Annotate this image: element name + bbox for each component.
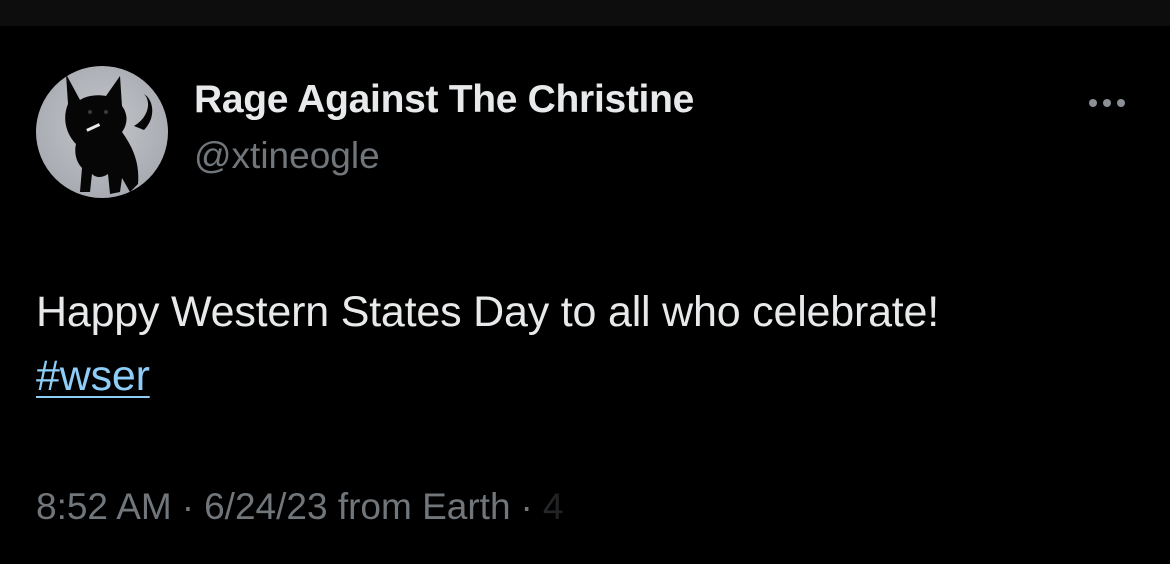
- tweet-text: Happy Western States Day to all who cele…: [36, 280, 1146, 408]
- timestamp-time[interactable]: 8:52 AM: [36, 486, 172, 528]
- more-horizontal-icon: [1089, 99, 1097, 107]
- meta-separator: ·: [181, 486, 195, 527]
- handle[interactable]: @xtineogle: [194, 135, 380, 177]
- more-options-button[interactable]: [1082, 86, 1132, 120]
- black-cat-icon: [65, 74, 153, 194]
- more-horizontal-icon-dot: [1103, 99, 1111, 107]
- hashtag-link[interactable]: #wser: [36, 352, 150, 400]
- display-name[interactable]: Rage Against The Christine: [194, 78, 694, 122]
- tweet-source: from Earth: [337, 486, 511, 527]
- tweet-body: Happy Western States Day to all who cele…: [36, 288, 940, 336]
- meta-separator-2: ·: [520, 486, 533, 527]
- more-horizontal-icon-dot: [1117, 99, 1125, 107]
- views-count-partial: 4: [542, 486, 564, 527]
- timestamp-date[interactable]: 6/24/23: [204, 486, 327, 528]
- tweet-screen: Rage Against The Christine @xtineogle Ha…: [0, 0, 1170, 564]
- avatar[interactable]: [36, 66, 168, 198]
- top-bar: [0, 0, 1170, 26]
- tweet-meta: 8:52 AM · 6/24/23 from Earth · 4: [36, 486, 633, 528]
